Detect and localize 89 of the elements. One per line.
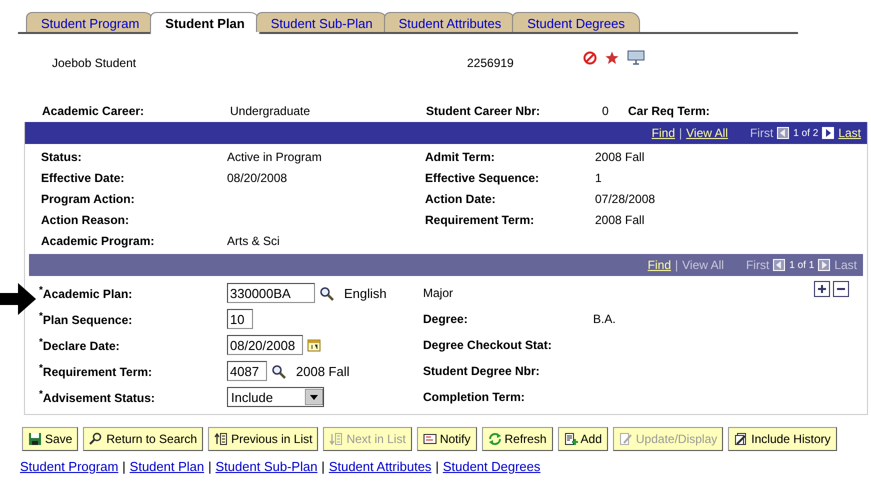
field-value: 08/20/2008: [227, 171, 288, 185]
search-icon[interactable]: [319, 286, 334, 300]
field-label: Program Action:: [41, 192, 136, 206]
separator: |: [122, 459, 126, 474]
field-label: $^{*}$Plan Sequence:: [39, 311, 134, 327]
field-label: $^{*}$Declare Date:: [39, 337, 121, 353]
row-count: 1 of 2: [793, 128, 818, 138]
row-count: 1 of 1: [789, 260, 814, 270]
field-value: 1: [595, 171, 603, 185]
separator: |: [208, 459, 212, 474]
nav-link[interactable]: Last: [838, 126, 861, 140]
toolbar-button[interactable]: Refresh: [482, 427, 553, 451]
toolbar-button[interactable]: Return to Search: [83, 427, 204, 451]
field-label: Action Reason:: [41, 213, 130, 227]
calendar-icon[interactable]: [307, 338, 321, 352]
page-link[interactable]: Student Attributes: [328, 459, 432, 474]
page-link[interactable]: Student Sub-Plan: [216, 459, 318, 474]
separator: |: [679, 126, 682, 140]
nav-link[interactable]: View All: [686, 126, 728, 140]
nav-link[interactable]: Find: [652, 126, 676, 140]
nav-text: View All: [682, 258, 724, 272]
search-icon[interactable]: [271, 364, 286, 378]
screen-icon[interactable]: [627, 50, 645, 66]
document-pencil-icon: [734, 432, 748, 446]
field-value: 0: [602, 104, 610, 118]
list-arrow-icon: [214, 432, 228, 446]
input-field[interactable]: 4087: [227, 361, 267, 381]
toolbar-button[interactable]: Notify: [416, 427, 476, 451]
field-label: Action Date:: [425, 192, 497, 206]
field-value: Arts & Sci: [227, 234, 281, 248]
field-label: Admit Term:: [425, 150, 496, 164]
field-label: Effective Date:: [41, 171, 126, 185]
magnifier-icon: [89, 432, 104, 446]
field-label: $^{*}$Academic Plan:: [39, 285, 134, 301]
page-link[interactable]: Student Degrees: [442, 459, 540, 474]
nav-link[interactable]: Find: [648, 258, 672, 272]
student-id: 2256919: [467, 56, 515, 70]
field-label: $^{*}$Advisement Status:: [39, 389, 156, 405]
toolbar-button[interactable]: Previous in List: [208, 427, 318, 451]
field-value: 2008 Fall: [595, 150, 646, 164]
delete-row-icon[interactable]: [833, 281, 849, 297]
separator: |: [321, 459, 325, 474]
date-field[interactable]: 08/20/2008: [227, 335, 303, 355]
toolbar-button[interactable]: Save: [22, 427, 78, 451]
field-label: Effective Sequence:: [425, 171, 540, 185]
tab[interactable]: Student Plan: [150, 12, 260, 34]
dropdown[interactable]: Include: [227, 387, 324, 407]
star-icon[interactable]: [605, 51, 619, 65]
toolbar-button[interactable]: Add: [558, 427, 608, 451]
input-field[interactable]: 10: [227, 309, 253, 329]
nav-text: Last: [834, 258, 857, 272]
page-link[interactable]: Student Plan: [130, 459, 204, 474]
field-label: Completion Term:: [423, 390, 526, 404]
field-label: Academic Career:: [42, 104, 146, 118]
note-icon: [422, 432, 437, 446]
field-label: Degree Checkout Stat:: [423, 338, 553, 352]
pointer-arrow-icon: [0, 283, 36, 315]
prohibited-icon[interactable]: [583, 51, 597, 65]
field-label: Student Career Nbr:: [426, 104, 542, 118]
nav-text: First: [750, 126, 774, 140]
field-label: Status:: [41, 150, 83, 164]
page-link[interactable]: Student Program: [20, 459, 118, 474]
document-pencil-icon: [618, 432, 633, 446]
document-plus-icon: [564, 432, 578, 446]
field-value: Major: [423, 286, 454, 300]
tab[interactable]: Student Degrees: [512, 12, 640, 32]
field-value: B.A.: [593, 312, 617, 326]
field-description: English: [344, 286, 387, 300]
field-value: Active in Program: [227, 150, 323, 164]
field-value: Undergraduate: [230, 104, 312, 118]
separator: |: [675, 258, 678, 272]
add-row-icon[interactable]: [814, 281, 830, 297]
separator: |: [435, 459, 439, 474]
field-label: Student Degree Nbr:: [423, 364, 541, 378]
student-name: Joebob Student: [52, 56, 138, 70]
nav-text: First: [746, 258, 770, 272]
field-description: 2008 Fall: [296, 364, 350, 378]
toolbar-button[interactable]: Include History: [728, 427, 837, 451]
field-label: $^{*}$Requirement Term:: [39, 363, 154, 379]
field-value: 2008 Fall: [595, 213, 646, 227]
field-label: Academic Program:: [41, 234, 156, 248]
refresh-icon: [488, 432, 502, 446]
field-label: Car Req Term:: [628, 104, 711, 118]
list-arrow-icon: [329, 432, 344, 446]
field-value: 07/28/2008: [595, 192, 656, 206]
dropdown-arrow-icon: [305, 389, 323, 405]
field-label: Degree:: [423, 312, 469, 326]
field-label: Requirement Term:: [425, 213, 536, 227]
input-field[interactable]: 330000BA: [227, 283, 315, 303]
